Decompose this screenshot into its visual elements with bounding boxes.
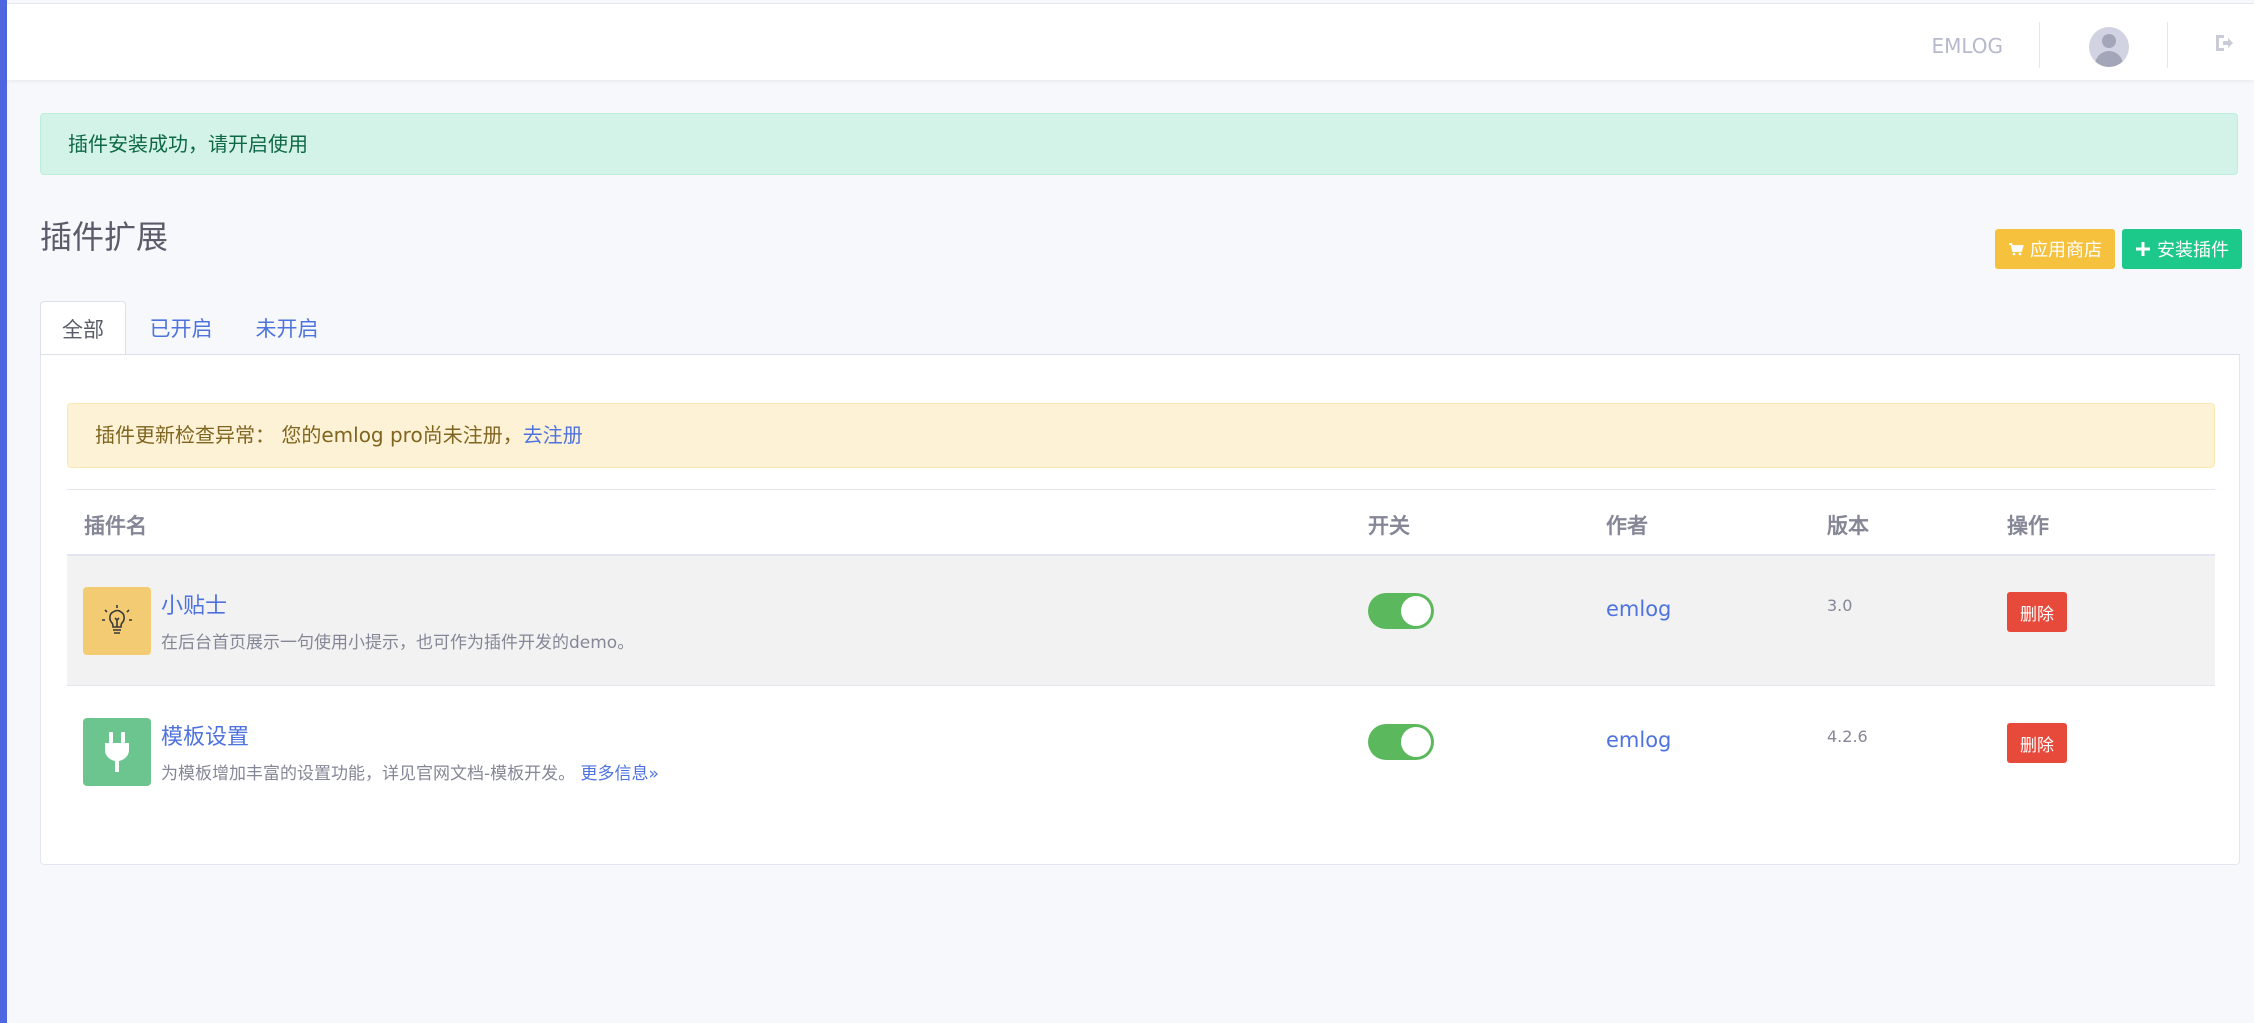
sidebar-edge bbox=[0, 0, 7, 1023]
column-header-switch: 开关 bbox=[1368, 514, 1410, 538]
plugin-name-link[interactable]: 小贴士 bbox=[161, 588, 227, 620]
user-avatar-icon[interactable] bbox=[2089, 27, 2129, 67]
lightbulb-glyph bbox=[102, 605, 132, 634]
column-header-version: 版本 bbox=[1827, 514, 1869, 538]
toggle-knob bbox=[1401, 596, 1431, 626]
app-store-button[interactable]: 应用商店 bbox=[1995, 229, 2115, 269]
lightbulb-icon bbox=[83, 587, 151, 655]
avatar-body bbox=[2095, 51, 2123, 67]
brand-text[interactable]: EMLOG bbox=[1931, 34, 2003, 58]
plugin-card: 插件更新检查异常： 您的emlog pro尚未注册，去注册 插件名 开关 作者 … bbox=[40, 355, 2240, 865]
column-header-action: 操作 bbox=[2007, 514, 2049, 538]
tab-disabled[interactable]: 未开启 bbox=[244, 301, 330, 355]
register-link[interactable]: 去注册 bbox=[523, 423, 583, 447]
plugin-name-link[interactable]: 模板设置 bbox=[161, 719, 249, 751]
update-warning-alert: 插件更新检查异常： 您的emlog pro尚未注册，去注册 bbox=[67, 403, 2215, 468]
column-header-author: 作者 bbox=[1606, 514, 1648, 538]
tab-enabled[interactable]: 已开启 bbox=[138, 301, 224, 355]
plugin-description-text: 在后台首页展示一句使用小提示，也可作为插件开发的demo。 bbox=[161, 633, 635, 653]
plugin-description-text: 为模板增加丰富的设置功能，详见官网文档-模板开发。 bbox=[161, 764, 576, 784]
plugin-description: 在后台首页展示一句使用小提示，也可作为插件开发的demo。 bbox=[161, 628, 634, 653]
plus-icon bbox=[2136, 242, 2150, 256]
install-plugin-button[interactable]: 安装插件 bbox=[2122, 229, 2242, 269]
page-title: 插件扩展 bbox=[40, 218, 169, 256]
cart-icon bbox=[2009, 243, 2024, 256]
plugin-version: 4.2.6 bbox=[1827, 727, 1868, 746]
avatar-head bbox=[2102, 34, 2116, 48]
topbar-divider bbox=[2039, 22, 2040, 68]
more-info-link[interactable]: 更多信息» bbox=[581, 764, 659, 784]
plugin-description: 为模板增加丰富的设置功能，详见官网文档-模板开发。 更多信息» bbox=[161, 759, 659, 784]
app-store-label: 应用商店 bbox=[2030, 240, 2102, 261]
table-row: 模板设置 为模板增加丰富的设置功能，详见官网文档-模板开发。 更多信息» eml… bbox=[67, 687, 2215, 817]
plug-glyph bbox=[105, 732, 129, 772]
table-row: 小贴士 在后台首页展示一句使用小提示，也可作为插件开发的demo。 emlog … bbox=[67, 556, 2215, 686]
topbar-divider bbox=[2167, 22, 2168, 68]
plugin-author-link[interactable]: emlog bbox=[1606, 597, 1671, 621]
plugin-toggle-switch[interactable] bbox=[1368, 593, 1434, 629]
warning-text: 插件更新检查异常： 您的emlog pro尚未注册， bbox=[95, 423, 523, 447]
toggle-knob bbox=[1401, 727, 1431, 757]
sign-out-icon[interactable] bbox=[2213, 32, 2235, 54]
delete-plugin-button[interactable]: 删除 bbox=[2007, 723, 2067, 763]
success-alert: 插件安装成功，请开启使用 bbox=[40, 113, 2238, 175]
plug-icon bbox=[83, 718, 151, 786]
table-top-border bbox=[67, 489, 2215, 490]
plugin-author-link[interactable]: emlog bbox=[1606, 728, 1671, 752]
delete-plugin-button[interactable]: 删除 bbox=[2007, 592, 2067, 632]
tab-all[interactable]: 全部 bbox=[40, 301, 126, 355]
plugin-toggle-switch[interactable] bbox=[1368, 724, 1434, 760]
column-header-name: 插件名 bbox=[84, 514, 147, 538]
topbar: EMLOG bbox=[7, 3, 2254, 80]
install-plugin-label: 安装插件 bbox=[2157, 240, 2229, 261]
plugin-version: 3.0 bbox=[1827, 596, 1853, 615]
